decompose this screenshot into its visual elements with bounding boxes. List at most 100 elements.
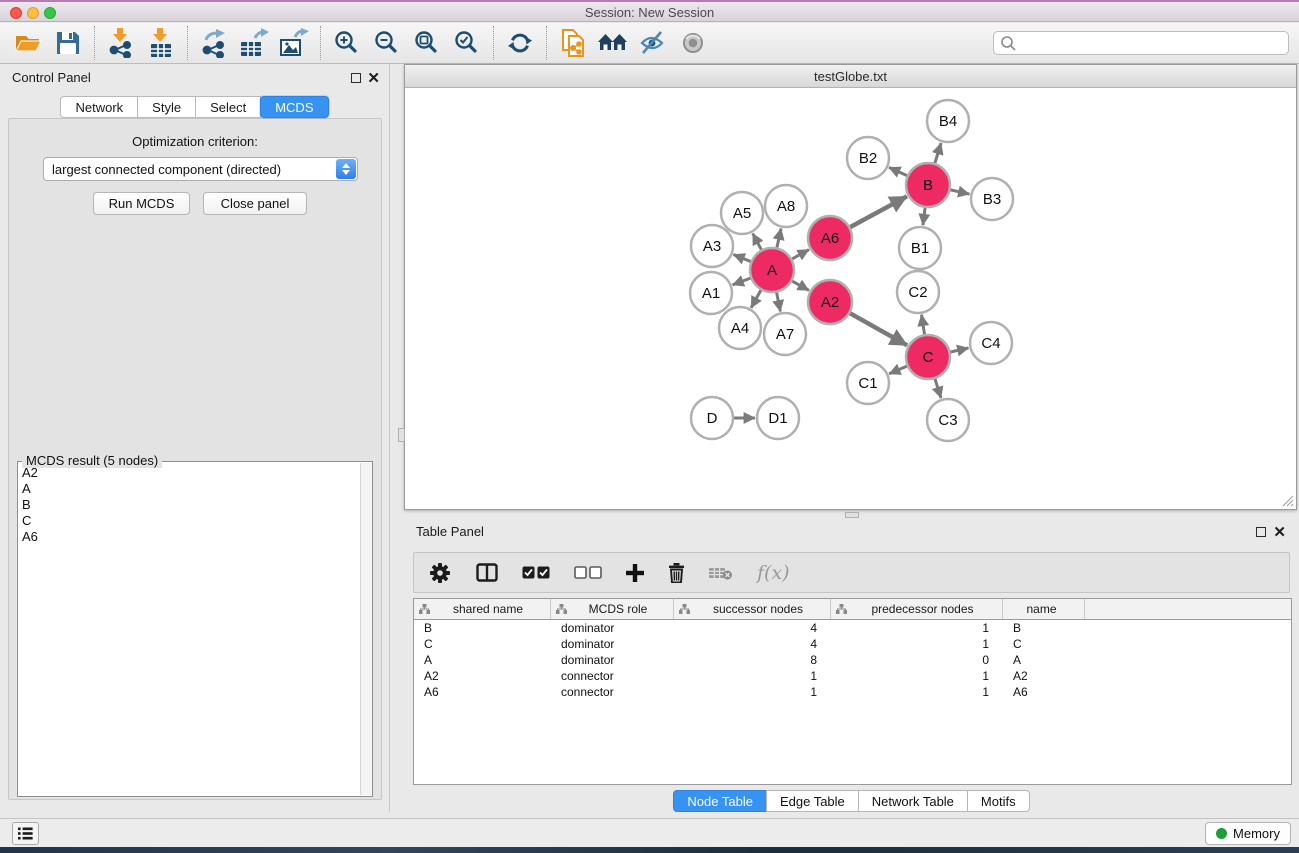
graph-edge-C-C4[interactable]	[951, 348, 969, 352]
table-row[interactable]: A2connector11A2	[414, 668, 1291, 684]
graph-node-D[interactable]: D	[691, 397, 733, 439]
network-canvas[interactable]: A A1 A2 A3 A4 A5 A6 A7 A8 B B1 B2 B3B4 C C1 C2 C3C4 D D1	[405, 88, 1296, 509]
export-network-button[interactable]	[194, 26, 234, 60]
export-table-button[interactable]	[234, 26, 274, 60]
graph-node-A3[interactable]: A3	[691, 225, 733, 267]
tab-mcds[interactable]: MCDS	[260, 96, 328, 118]
zoom-selected-button[interactable]	[447, 26, 487, 60]
mcds-result-item[interactable]: C	[18, 513, 359, 529]
graph-edge-C-C3[interactable]	[935, 379, 941, 398]
task-history-button[interactable]	[12, 822, 39, 845]
network-window-titlebar[interactable]: testGlobe.txt	[405, 65, 1296, 88]
tab-network[interactable]: Network	[60, 96, 138, 118]
graph-edge-B-B4[interactable]	[935, 143, 941, 163]
tab-motifs[interactable]: Motifs	[967, 790, 1030, 812]
window-resize-grip[interactable]	[1281, 494, 1294, 507]
graph-node-A6[interactable]: A6	[808, 216, 852, 260]
mcds-result-item[interactable]: B	[18, 497, 359, 513]
graph-edge-A-A5[interactable]	[753, 233, 762, 249]
export-image-button[interactable]	[274, 26, 314, 60]
deselect-all-columns-button[interactable]	[574, 566, 602, 579]
graph-node-C3[interactable]: C3	[927, 399, 969, 441]
graph-node-A5[interactable]: A5	[721, 192, 763, 234]
graph-edge-C-C2[interactable]	[922, 315, 925, 335]
tab-node-table[interactable]: Node Table	[673, 790, 767, 812]
mcds-result-item[interactable]: A	[18, 481, 359, 497]
graph-edge-A2-C[interactable]	[850, 313, 907, 345]
zoom-out-button[interactable]	[367, 26, 407, 60]
graph-node-A[interactable]: A	[750, 248, 794, 292]
graph-edge-A-A6[interactable]	[792, 250, 809, 259]
graph-node-C4[interactable]: C4	[970, 322, 1012, 364]
splitter-grip-vertical[interactable]	[398, 428, 405, 442]
tab-style[interactable]: Style	[137, 96, 196, 118]
graph-node-D1[interactable]: D1	[757, 397, 799, 439]
table-row[interactable]: Adominator80A	[414, 652, 1291, 668]
graph-node-A7[interactable]: A7	[764, 313, 806, 355]
column-header-mcds-role[interactable]: MCDS role	[551, 599, 674, 619]
open-session-button[interactable]	[8, 26, 48, 60]
graph-edge-B-B1[interactable]	[923, 208, 925, 225]
graph-node-C2[interactable]: C2	[897, 271, 939, 313]
table-row[interactable]: A6connector11A6	[414, 684, 1291, 700]
column-header-name[interactable]: name	[1003, 599, 1085, 619]
tab-edge-table[interactable]: Edge Table	[766, 790, 859, 812]
delete-column-button[interactable]	[668, 563, 685, 583]
run-mcds-button[interactable]: Run MCDS	[93, 192, 190, 215]
graph-edge-B-B2[interactable]	[889, 167, 907, 175]
memory-button[interactable]: Memory	[1205, 822, 1291, 845]
import-table-button[interactable]	[141, 26, 181, 60]
graph-node-C[interactable]: C	[906, 335, 950, 379]
column-header-shared-name[interactable]: shared name	[414, 599, 551, 619]
graph-node-B2[interactable]: B2	[847, 137, 889, 179]
import-network-button[interactable]	[101, 26, 141, 60]
graph-edge-A6-B[interactable]	[850, 196, 907, 227]
tab-select[interactable]: Select	[195, 96, 261, 118]
criterion-dropdown[interactable]: largest connected component (directed)	[43, 157, 358, 181]
select-all-columns-button[interactable]	[522, 566, 550, 579]
mcds-result-item[interactable]: A6	[18, 529, 359, 545]
new-network-from-selection-button[interactable]	[553, 26, 593, 60]
graph-node-B4[interactable]: B4	[927, 100, 969, 142]
create-column-button[interactable]	[626, 564, 644, 582]
graph-node-A8[interactable]: A8	[765, 185, 807, 227]
tab-network-table[interactable]: Network Table	[858, 790, 968, 812]
graph-node-B[interactable]: B	[906, 163, 950, 207]
graph-node-B3[interactable]: B3	[971, 178, 1013, 220]
graph-node-A4[interactable]: A4	[719, 307, 761, 349]
show-column-panel-button[interactable]	[476, 563, 498, 582]
graph-edge-A-A7[interactable]	[777, 293, 781, 312]
save-session-button[interactable]	[48, 26, 88, 60]
column-header-predecessor-nodes[interactable]: predecessor nodes	[831, 599, 1003, 619]
graph-node-A2[interactable]: A2	[808, 280, 852, 324]
graph-node-C1[interactable]: C1	[847, 362, 889, 404]
graph-edge-A-A2[interactable]	[792, 281, 809, 290]
hide-selected-button[interactable]	[633, 26, 673, 60]
graph-edge-A-A8[interactable]	[777, 229, 781, 248]
graph-edge-A-A4[interactable]	[751, 290, 761, 308]
close-panel-button[interactable]: Close panel	[203, 192, 307, 215]
zoom-in-button[interactable]	[327, 26, 367, 60]
float-panel-icon[interactable]	[351, 73, 361, 83]
zoom-fit-button[interactable]	[407, 26, 447, 60]
search-field[interactable]	[993, 31, 1289, 55]
apply-layout-button[interactable]	[500, 26, 540, 60]
first-neighbors-button[interactable]	[593, 26, 633, 60]
graph-edge-C-C1[interactable]	[889, 366, 907, 374]
mcds-result-item[interactable]: A2	[18, 465, 359, 481]
table-settings-button[interactable]	[428, 561, 452, 585]
graph-edge-B-B3[interactable]	[951, 190, 970, 194]
graph-edge-A-A1[interactable]	[733, 278, 751, 285]
search-input[interactable]	[1017, 33, 1288, 53]
graph-edge-A-A3[interactable]	[733, 255, 750, 262]
close-panel-icon[interactable]: ✕	[1273, 523, 1286, 541]
table-row[interactable]: Bdominator41B	[414, 620, 1291, 636]
mcds-result-scrollbar[interactable]	[360, 463, 372, 795]
table-row[interactable]: Cdominator41C	[414, 636, 1291, 652]
float-panel-icon[interactable]	[1256, 527, 1266, 537]
show-all-button[interactable]	[673, 26, 713, 60]
graph-node-A1[interactable]: A1	[690, 272, 732, 314]
close-panel-icon[interactable]: ✕	[367, 69, 380, 87]
column-header-successor-nodes[interactable]: successor nodes	[674, 599, 831, 619]
graph-node-B1[interactable]: B1	[899, 227, 941, 269]
